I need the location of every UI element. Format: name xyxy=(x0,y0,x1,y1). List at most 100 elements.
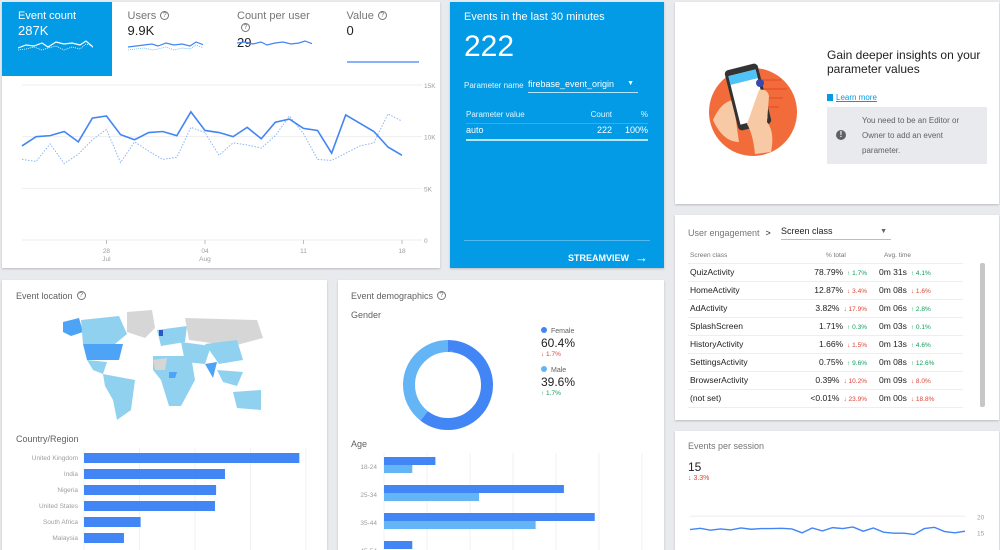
screen-class-name: QuizActivity xyxy=(690,267,735,277)
col-parameter-value: Parameter value xyxy=(466,110,525,119)
percent-total: 78.79% ↑ 1.7% xyxy=(814,267,867,277)
percent-total: 1.71% ↑ 0.3% xyxy=(819,321,867,331)
percent-delta: ↓ 10.2% xyxy=(843,378,868,385)
x-tick-label: 11 xyxy=(300,248,307,255)
user-engagement-card: User engagement > Screen class ▼ Screen cl… xyxy=(675,215,999,420)
map-greenland xyxy=(127,310,155,338)
map-australia xyxy=(233,390,261,410)
tab-label: Value xyxy=(346,10,374,22)
help-icon[interactable]: ? xyxy=(437,291,447,300)
parameter-name-dropdown[interactable]: firebase_event_origin ▼ xyxy=(528,79,638,93)
event-count-chart: 15K 10K 5K 0 28Jul 04Aug 11 18 xyxy=(21,83,436,263)
realtime-table-header: Parameter value Count % xyxy=(466,110,648,124)
x-tick-sublabel: Jul xyxy=(102,256,111,263)
age-label: 35-44 xyxy=(360,520,377,527)
avg-time: 0m 03s ↑ 0.1% xyxy=(879,321,931,331)
realtime-card: Events in the last 30 minutes 222 Parame… xyxy=(450,2,664,268)
avg-time: 0m 08s ↓ 1.6% xyxy=(879,285,931,295)
bar-male xyxy=(384,493,480,501)
y-tick-label: 20 xyxy=(977,514,985,521)
avg-time: 0m 06s ↑ 2.8% xyxy=(879,303,931,313)
gender-title: Gender xyxy=(351,310,382,320)
time-delta: ↑ 2.8% xyxy=(910,306,931,313)
percent-delta: ↓ 17.9% xyxy=(843,306,868,313)
help-icon[interactable]: ? xyxy=(377,11,387,20)
realtime-table-row[interactable]: auto 222 100% xyxy=(466,125,648,141)
x-tick-label: 18 xyxy=(398,248,406,255)
map-southeast-asia xyxy=(217,370,243,386)
map-usa xyxy=(83,344,123,360)
scrollbar[interactable] xyxy=(980,263,985,407)
avg-time: 0m 13s ↑ 4.6% xyxy=(879,339,931,349)
table-row[interactable]: AdActivity 3.82% ↓ 17.9% 0m 06s ↑ 2.8% xyxy=(688,300,963,318)
age-label: 25-34 xyxy=(360,492,377,499)
table-row[interactable]: BrowserActivity 0.39% ↓ 10.2% 0m 09s ↓ 8.0% xyxy=(688,372,963,390)
map-china xyxy=(205,340,243,364)
age-bar-chart: 18-2425-3435-4445-54 xyxy=(360,453,643,550)
bar xyxy=(84,485,217,495)
screen-class-name: SplashScreen xyxy=(690,321,743,331)
avg-time: 0m 31s ↑ 4.1% xyxy=(879,267,931,277)
table-row[interactable]: HistoryActivity 1.66% ↓ 1.5% 0m 13s ↑ 4.6% xyxy=(688,336,963,354)
help-icon[interactable]: ? xyxy=(241,23,250,32)
percent-total: 1.66% ↓ 1.5% xyxy=(819,339,867,349)
table-row[interactable]: (not set) <0.01% ↓ 23.9% 0m 00s ↓ 18.8% xyxy=(688,390,963,408)
event-count-sparkline xyxy=(18,40,93,51)
help-icon[interactable]: ? xyxy=(160,11,170,20)
percent-delta: ↓ 1.5% xyxy=(847,342,867,349)
male-delta: ↑ 1.7% xyxy=(541,390,561,397)
streamview-link[interactable]: STREAMVIEW → xyxy=(568,250,648,265)
table-header: Screen class % total Avg. time xyxy=(688,251,963,264)
help-icon[interactable]: ? xyxy=(76,291,86,300)
table-row[interactable]: HomeActivity 12.87% ↓ 3.4% 0m 08s ↓ 1.6% xyxy=(688,282,963,300)
x-tick-label: 04 xyxy=(201,248,209,255)
eps-delta: ↓ 3.3% xyxy=(688,475,710,482)
bar-female xyxy=(384,485,564,493)
table-row[interactable]: SplashScreen 1.71% ↑ 0.3% 0m 03s ↑ 0.1% xyxy=(688,318,963,336)
learn-more-link[interactable]: Learn more xyxy=(827,93,877,102)
x-tick-sublabel: Aug xyxy=(199,256,211,263)
realtime-divider xyxy=(464,240,650,241)
female-delta: ↓ 1.7% xyxy=(541,351,561,358)
tab-label: Users xyxy=(127,10,157,22)
screen-class-name: SettingsActivity xyxy=(690,357,748,367)
tab-users[interactable]: Users? 9.9K xyxy=(112,2,222,76)
bar xyxy=(84,469,225,479)
percent-total: 12.87% ↓ 3.4% xyxy=(814,285,867,295)
world-map[interactable] xyxy=(57,310,272,425)
map-india xyxy=(205,362,217,378)
arrow-right-icon: → xyxy=(635,250,648,265)
users-sparkline xyxy=(127,41,203,51)
tab-count-per-user[interactable]: Count per user? 29 xyxy=(221,2,331,76)
screen-class-name: (not set) xyxy=(690,393,722,403)
percent-delta: ↑ 9.6% xyxy=(847,360,867,367)
count-per-user-sparkline xyxy=(237,40,312,46)
age-title: Age xyxy=(351,439,368,449)
tab-event-count[interactable]: Event count 287K xyxy=(2,2,112,76)
bar xyxy=(84,533,124,543)
col-count: Count xyxy=(590,110,612,119)
x-tick-label: 28 xyxy=(103,248,111,255)
screen-class-dropdown[interactable]: Screen class ▼ xyxy=(781,226,891,240)
category-label: Nigeria xyxy=(57,487,78,494)
y-tick-label: 5K xyxy=(424,186,433,193)
time-delta: ↑ 4.6% xyxy=(910,342,931,349)
bar-male xyxy=(384,465,413,473)
table-row[interactable]: QuizActivity 78.79% ↑ 1.7% 0m 31s ↑ 4.1% xyxy=(688,264,963,282)
tab-value: 287K xyxy=(18,23,49,38)
breadcrumb-user-engagement[interactable]: User engagement xyxy=(688,228,760,238)
table-row[interactable]: SettingsActivity 0.75% ↑ 9.6% 0m 08s ↑ 12.6% xyxy=(688,354,963,372)
female-percent: 60.4% xyxy=(541,336,576,350)
legend-male: Male 39.6% ↑ 1.7% xyxy=(541,366,576,397)
map-uk xyxy=(159,330,163,336)
legend-female: Female 60.4% ↓ 1.7% xyxy=(541,327,576,358)
male-percent: 39.6% xyxy=(541,375,576,389)
tab-value-metric[interactable]: Value? 0 xyxy=(331,2,441,76)
screen-class-name: HomeActivity xyxy=(690,285,740,295)
row-count: 222 xyxy=(596,125,612,135)
time-delta: ↑ 12.6% xyxy=(910,360,935,367)
events-per-session-chart: 2015 xyxy=(689,514,985,538)
y-tick-label: 15K xyxy=(424,83,436,90)
tab-label: Count per user xyxy=(237,10,310,22)
y-tick-label: 0 xyxy=(424,238,428,245)
